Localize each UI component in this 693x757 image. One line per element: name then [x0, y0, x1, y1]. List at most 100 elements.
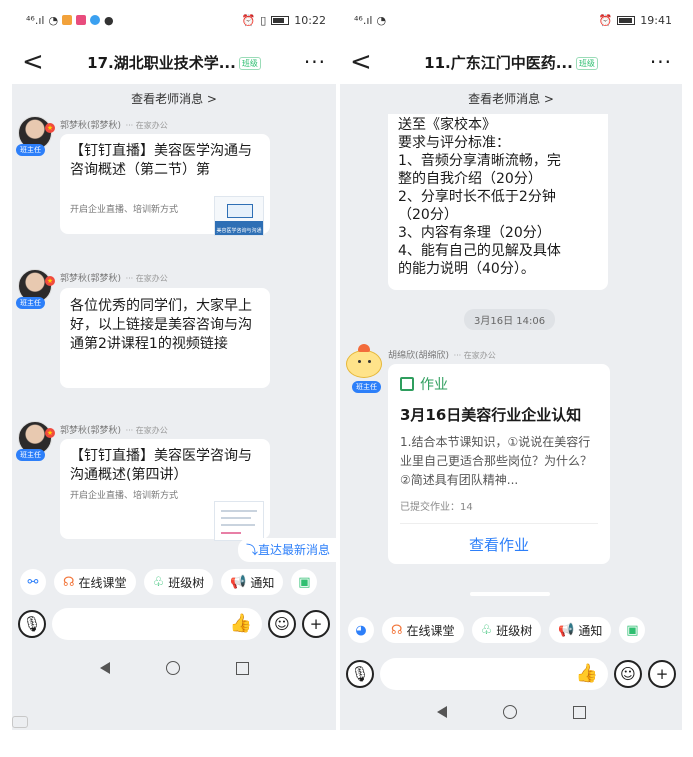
back-button[interactable]: <	[350, 49, 380, 75]
view-homework-button[interactable]: 查看作业	[400, 524, 598, 566]
homework-tag: 作业	[400, 374, 598, 394]
more-options-button[interactable]: ···	[296, 52, 326, 72]
view-teacher-messages[interactable]: 查看老师消息 >	[12, 84, 336, 114]
more-options-button[interactable]: ···	[642, 52, 672, 72]
class-badge: 班级	[238, 56, 261, 70]
homework-card[interactable]: 作业 3月16日美容行业企业认知 1.结合本节课知识，①说说在美容行业里自己更适…	[388, 364, 610, 564]
star-icon: ★	[45, 428, 55, 438]
online-class-button[interactable]: ☊ 在线课堂	[54, 569, 136, 595]
system-nav-bar	[340, 694, 682, 730]
alarm-icon: ⏰	[598, 13, 613, 27]
microphone-icon: 🎙	[350, 665, 370, 683]
message-input[interactable]: 👍	[52, 608, 262, 640]
message-input[interactable]: 👍	[380, 658, 608, 690]
nav-home-icon[interactable]	[165, 661, 180, 675]
sender-name: 郭梦秋(郭梦秋) ··· 在家办公	[60, 121, 168, 131]
class-badge: 班级	[575, 56, 598, 70]
right-phone-screen: ⁴⁶.ıl ◔ ⏰ 19:41 < 11.广东江门中医药... 班级 ··· 查看…	[340, 0, 682, 730]
nav-recent-icon[interactable]	[235, 661, 249, 675]
link-title: 【钉钉直播】美容医学咨询与沟通概述(第四讲）	[70, 448, 252, 483]
sender-name: 郭梦秋(郭梦秋) ··· 在家办公	[60, 426, 168, 436]
quick-actions-toggle[interactable]: ◕	[348, 617, 374, 643]
online-class-button[interactable]: ☊ 在线课堂	[382, 617, 464, 643]
app-notification-icon	[62, 15, 73, 25]
link-title: 【钉钉直播】美容医学沟通与咨询概述（第二节）第	[70, 143, 252, 178]
note-icon: ▣	[298, 574, 311, 590]
star-icon: ★	[45, 123, 55, 133]
tree-icon: ♧	[480, 622, 493, 638]
nav-home-icon[interactable]	[502, 705, 517, 719]
view-teacher-messages[interactable]: 查看老师消息 >	[340, 84, 682, 114]
signal-indicator: ⁴⁶.ıl	[354, 13, 373, 27]
role-badge: 班主任	[16, 449, 45, 461]
left-phone-screen: ⁴⁶.ıl ◔ ● ⏰ ▯ 10:22 < 17.湖北职业技术学... 班级 ··…	[12, 0, 336, 730]
notice-button[interactable]: 📢 通知	[221, 569, 284, 595]
text-message[interactable]: 各位优秀的同学们，大家早上好，以上链接是美容咨询与沟通第2讲课程1的视频链接	[60, 288, 270, 388]
online-class-icon: ☊	[63, 574, 75, 590]
vibrate-icon: ▯	[260, 13, 267, 27]
link-icon: ◕	[355, 622, 367, 638]
add-button[interactable]: +	[302, 610, 330, 638]
battery-icon	[271, 15, 290, 25]
message-list[interactable]: 送至《家校本》 要求与评分标准： 1、音频分享清晰流畅，完 整的自我介绍（20分…	[340, 114, 682, 604]
voice-input-button[interactable]: 🎙	[346, 660, 374, 688]
wifi-icon: ◔	[376, 13, 387, 27]
notice-button[interactable]: 📢 通知	[549, 617, 612, 643]
message-arrow-icon: ⤵	[245, 543, 258, 557]
class-tree-button[interactable]: ♧ 班级树	[471, 617, 542, 643]
nav-back-icon[interactable]	[99, 662, 110, 674]
jump-to-latest-button[interactable]: ⤵直达最新消息	[237, 538, 336, 562]
status-bar: ⁴⁶.ıl ◔ ⏰ 19:41	[340, 0, 682, 40]
link-icon: ⚯	[27, 574, 39, 590]
status-bar: ⁴⁶.ıl ◔ ● ⏰ ▯ 10:22	[12, 0, 336, 40]
live-link-card[interactable]: 【钉钉直播】美容医学咨询与沟通概述(第四讲） 开启企业直播、培训新方式	[60, 439, 270, 541]
thumbnail-caption: 美容医学咨询与沟通	[216, 228, 262, 234]
homework-icon	[400, 377, 414, 391]
sender-name: 郭梦秋(郭梦秋) ··· 在家办公	[60, 274, 168, 284]
megaphone-icon: 📢	[230, 574, 247, 590]
nav-recent-icon[interactable]	[572, 705, 586, 719]
chat-header: < 11.广东江门中医药... 班级 ···	[340, 40, 682, 84]
message-text: 送至《家校本》 要求与评分标准： 1、音频分享清晰流畅，完 整的自我介绍（20分…	[398, 117, 561, 277]
input-bar: 🎙 👍 ☺ +	[12, 604, 336, 644]
chat-title[interactable]: 17.湖北职业技术学... 班级	[52, 52, 296, 73]
sender-name: 胡绵欣(胡绵欣) ··· 在家办公	[388, 351, 496, 361]
homework-description: 1.结合本节课知识，①说说在美容行业里自己更适合那些岗位？为什么？②简述具有团队…	[400, 435, 593, 487]
back-button[interactable]: <	[22, 49, 52, 75]
quick-actions-toggle[interactable]: ⚯	[20, 569, 46, 595]
add-button[interactable]: +	[648, 660, 676, 688]
nav-back-icon[interactable]	[436, 706, 447, 718]
more-actions-button[interactable]: ▣	[619, 617, 646, 643]
signal-indicator: ⁴⁶.ıl	[26, 13, 45, 27]
app-notification-icon	[76, 15, 87, 25]
plus-icon: +	[655, 665, 669, 683]
link-subtitle: 开启企业直播、培训新方式	[70, 491, 179, 501]
microphone-icon: 🎙	[22, 615, 42, 633]
note-icon: ▣	[626, 622, 639, 638]
homework-title: 3月16日美容行业企业认知	[400, 406, 582, 424]
megaphone-icon: 📢	[558, 622, 575, 638]
online-class-icon: ☊	[391, 622, 403, 638]
system-nav-bar	[12, 650, 336, 686]
more-actions-button[interactable]: ▣	[291, 569, 318, 595]
quick-actions-bar: ⚯ ☊ 在线课堂 ♧ 班级树 📢 通知 ▣	[12, 564, 336, 600]
emoji-icon: ☺	[274, 615, 290, 633]
group-name: 11.广东江门中医药...	[424, 53, 573, 72]
star-icon: ★	[45, 276, 55, 286]
quick-actions-bar: ◕ ☊ 在线课堂 ♧ 班级树 📢 通知 ▣	[340, 612, 682, 648]
emoji-button[interactable]: ☺	[614, 660, 642, 688]
avatar[interactable]	[342, 344, 386, 380]
voice-input-button[interactable]: 🎙	[18, 610, 46, 638]
thumbs-up-icon[interactable]: 👍	[576, 663, 598, 684]
group-name: 17.湖北职业技术学...	[87, 53, 236, 72]
message-list[interactable]: ★ 班主任 郭梦秋(郭梦秋) ··· 在家办公 【钉钉直播】美容医学沟通与咨询概…	[12, 114, 336, 564]
chat-title[interactable]: 11.广东江门中医药... 班级	[380, 52, 642, 73]
class-tree-button[interactable]: ♧ 班级树	[143, 569, 214, 595]
alarm-icon: ⏰	[241, 13, 256, 27]
live-link-card[interactable]: 【钉钉直播】美容医学沟通与咨询概述（第二节）第 开启企业直播、培训新方式 美容医…	[60, 134, 270, 236]
text-message[interactable]: 送至《家校本》 要求与评分标准： 1、音频分享清晰流畅，完 整的自我介绍（20分…	[388, 114, 608, 290]
message-text: 各位优秀的同学们，大家早上好，以上链接是美容咨询与沟通第2讲课程1的视频链接	[70, 298, 252, 352]
link-thumbnail: 美容医学咨询与沟通	[214, 196, 264, 236]
thumbs-up-icon[interactable]: 👍	[230, 613, 252, 634]
emoji-button[interactable]: ☺	[268, 610, 296, 638]
